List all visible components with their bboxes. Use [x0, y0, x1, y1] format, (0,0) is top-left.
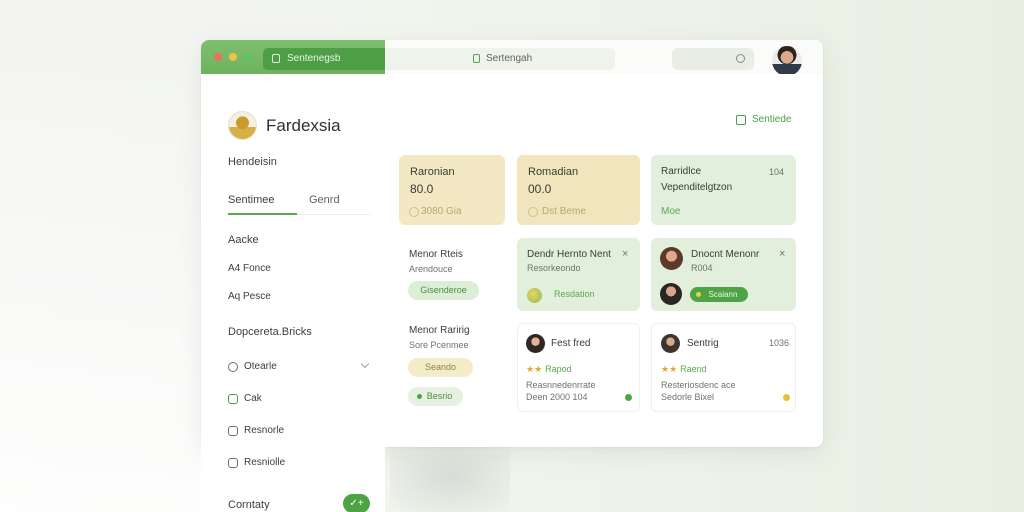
search-input[interactable]: [672, 48, 754, 70]
notification-title: Dnocnt Menonr: [691, 249, 760, 260]
active-tab-indicator: [228, 213, 297, 215]
sidebar-tab-genrd[interactable]: Genrd: [309, 194, 340, 206]
list-item-subtitle: Arendouce: [409, 264, 453, 274]
rating-label: Rapod: [545, 364, 572, 374]
rating-stars: ★★ Raend: [661, 364, 707, 374]
sidebar-item-aq-pesce[interactable]: Aq Pesce: [228, 291, 271, 302]
status-dot: [625, 394, 632, 401]
profile-avatar[interactable]: [228, 111, 257, 140]
avatar: [660, 283, 682, 305]
circle-icon: [528, 207, 538, 217]
list-item-subtitle: Sore Pcenmee: [409, 340, 469, 350]
sidebar-group-title: Dopcereta.Bricks: [228, 326, 312, 338]
sidebar-item-cak[interactable]: Cak: [244, 393, 262, 404]
notification-pill: Resdation: [554, 289, 595, 299]
rating-label: Raend: [680, 364, 707, 374]
stat-card-foot: 3080 Gia: [421, 206, 462, 217]
review-meta: Sedorle Bixel: [661, 392, 715, 402]
notification-card-2[interactable]: Dnocnt Menonr × R004 Scaiann: [651, 238, 796, 311]
maximize-window-button[interactable]: [244, 53, 252, 61]
close-icon[interactable]: ×: [779, 248, 785, 260]
user-avatar[interactable]: [772, 46, 802, 74]
notification-subtitle: R004: [691, 263, 713, 273]
status-icon: [527, 288, 542, 303]
sidebar-item-a4-fonce[interactable]: A4 Fonce: [228, 263, 271, 274]
top-action-label: Sentiede: [752, 114, 792, 125]
tab-divider: [297, 214, 371, 215]
square-icon: [228, 458, 238, 468]
stat-card-title: Raronian: [410, 166, 455, 178]
review-meta: Deen 2000 104: [526, 392, 588, 402]
sidebar-section-label: Hendeisin: [228, 156, 277, 168]
review-text: Resteriosdenc ace: [661, 380, 736, 390]
review-name: Sentrig: [687, 338, 719, 349]
notification-title: Dendr Hernto Nent: [527, 249, 611, 260]
avatar: [661, 334, 680, 353]
stat-card-foot: Dst Beme: [542, 206, 586, 217]
status-dot: [783, 394, 790, 401]
notification-subtitle: Resorkeondo: [527, 263, 581, 273]
url-bar[interactable]: Sertengah: [385, 48, 615, 70]
stat-card-3[interactable]: Rarridlce 104 Vependitelgtzon Moe: [651, 155, 796, 225]
close-window-button[interactable]: [214, 53, 222, 61]
avatar: [660, 247, 683, 270]
url-text: Sertengah: [486, 53, 533, 64]
profile-name: Fardexsia: [266, 116, 341, 135]
rating-stars: ★★ Rapod: [526, 364, 572, 374]
sidebar-tab-sentimee[interactable]: Sentimee: [228, 194, 274, 206]
list-item-title: Menor Raririg: [409, 325, 470, 336]
stat-card-value: 80.0: [410, 182, 434, 196]
review-card-2[interactable]: Sentrig 1036 ★★ Raend Resteriosdenc ace S…: [651, 323, 796, 412]
stat-card-subtitle: Vependitelgtzon: [661, 182, 733, 193]
check-square-icon: [228, 394, 238, 404]
square-icon: [736, 115, 746, 125]
sidebar-footer-label: Corntaty: [228, 499, 270, 511]
review-card-1[interactable]: Fest fred ★★ Rapod Reasnnedenrrate Deen 2…: [517, 323, 640, 412]
minimize-window-button[interactable]: [229, 53, 237, 61]
status-dot: [417, 394, 422, 399]
review-badge: 1036: [769, 338, 790, 348]
circle-icon: [409, 207, 419, 217]
browser-tab[interactable]: Sentenegsb: [263, 48, 385, 70]
notification-card-1[interactable]: Dendr Hernto Nent × Resorkeondo Resdatio…: [517, 238, 640, 311]
close-icon[interactable]: ×: [622, 248, 628, 260]
stat-card-title: Romadian: [528, 166, 579, 178]
stat-card-foot: Moe: [661, 206, 681, 217]
lock-icon: [473, 54, 480, 63]
sidebar-item-aacke[interactable]: Aacke: [228, 234, 259, 246]
title-bar: Sentenegsb Sertengah: [201, 40, 823, 74]
top-action-link[interactable]: Sentiede: [736, 114, 792, 125]
review-name: Fest fred: [551, 338, 591, 349]
square-icon: [228, 426, 238, 436]
list-item-pill[interactable]: Gisenderoe: [408, 281, 479, 300]
search-icon: [736, 54, 745, 63]
review-text: Reasnnedenrrate: [526, 380, 596, 390]
list-item-title: Menor Rteis: [409, 249, 463, 260]
sidebar-item-resniolle[interactable]: Resniolle: [244, 457, 285, 468]
add-button[interactable]: ✓+: [343, 494, 370, 512]
sidebar-item-otearle[interactable]: Otearle: [244, 361, 277, 372]
sidebar-item-resnorle[interactable]: Resnorle: [244, 425, 284, 436]
avatar: [526, 334, 545, 353]
browser-tab-label: Sentenegsb: [287, 53, 341, 64]
status-dot: [696, 292, 701, 297]
stat-card-1[interactable]: Raronian 80.0 3080 Gia: [399, 155, 505, 225]
stat-card-title: Rarridlce: [661, 166, 702, 177]
background-shadow: [390, 440, 510, 512]
stat-card-badge: 104: [769, 167, 785, 177]
circle-icon: [228, 362, 238, 372]
stat-card-value: 00.0: [528, 182, 552, 196]
lock-icon: [272, 54, 280, 63]
list-item-pill[interactable]: Seando: [408, 358, 473, 377]
stat-card-2[interactable]: Romadian 00.0 Dst Beme: [517, 155, 640, 225]
